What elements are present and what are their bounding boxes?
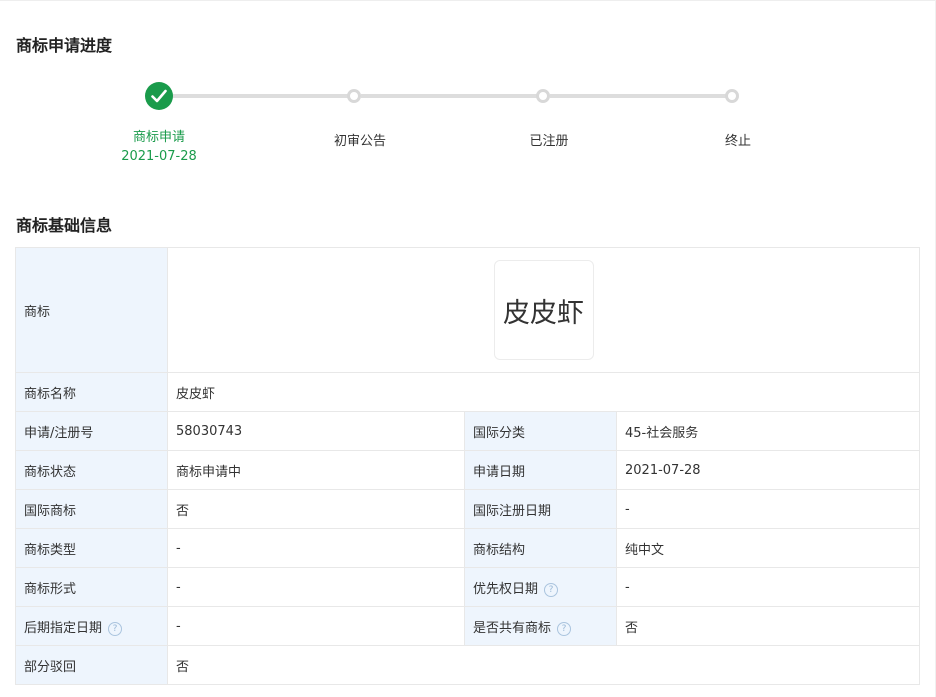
later-date-label-cell: 后期指定日期? (15, 606, 168, 646)
form-value: - (167, 567, 465, 607)
table-row: 商标名称 皮皮虾 (15, 372, 920, 412)
basic-info-section-title: 商标基础信息 (16, 216, 113, 235)
progress-stepper: 商标申请 2021-07-28 初审公告 已注册 终止 (0, 0, 936, 190)
intl-reg-date-value: - (616, 489, 920, 529)
apply-date-value: 2021-07-28 (616, 450, 920, 490)
type-label: 商标类型 (15, 528, 168, 568)
table-row: 商标 皮皮虾 (15, 247, 920, 373)
shared-value: 否 (616, 606, 920, 646)
priority-date-label-cell: 优先权日期? (464, 567, 617, 607)
reg-no-value: 58030743 (167, 411, 465, 451)
step-node-preliminary-announcement (347, 89, 361, 103)
trademark-label: 商标 (15, 247, 168, 373)
form-label: 商标形式 (15, 567, 168, 607)
table-row: 后期指定日期? - 是否共有商标? 否 (15, 606, 920, 646)
intl-trademark-value: 否 (167, 489, 465, 529)
trademark-image-cell: 皮皮虾 (167, 247, 920, 373)
trademark-name-label: 商标名称 (15, 372, 168, 412)
basic-info-table: 商标 皮皮虾 商标名称 皮皮虾 申请/注册号 58030743 国际分类 45-… (15, 247, 920, 685)
intl-reg-date-label: 国际注册日期 (464, 489, 617, 529)
trademark-detail-page: 商标申请进度 商标申请 2021-07-28 初审公告 已注册 终止 商标基础信… (0, 0, 936, 697)
structure-value: 纯中文 (616, 528, 920, 568)
step-node-terminated (725, 89, 739, 103)
help-icon[interactable]: ? (108, 621, 123, 636)
later-date-label: 后期指定日期 (24, 620, 103, 636)
trademark-name-value: 皮皮虾 (167, 372, 920, 412)
trademark-image-text: 皮皮虾 (503, 297, 584, 329)
step-node-registered (536, 89, 550, 103)
step-node-trademark-application (145, 82, 173, 110)
checkmark-icon (151, 89, 167, 103)
shared-label-cell: 是否共有商标? (464, 606, 617, 646)
type-value: - (167, 528, 465, 568)
shared-label: 是否共有商标 (473, 620, 552, 636)
table-row: 商标状态 商标申请中 申请日期 2021-07-28 (15, 450, 920, 490)
table-row: 国际商标 否 国际注册日期 - (15, 489, 920, 529)
priority-date-value: - (616, 567, 920, 607)
apply-date-label: 申请日期 (464, 450, 617, 490)
step-label-trademark-application: 商标申请 (132, 130, 186, 145)
table-row: 部分驳回 否 (15, 645, 920, 685)
trademark-image[interactable]: 皮皮虾 (493, 260, 594, 360)
help-icon[interactable]: ? (557, 621, 572, 636)
step-label-registered: 已注册 (529, 134, 569, 149)
priority-date-label: 优先权日期 (473, 581, 539, 597)
intl-class-value: 45-社会服务 (616, 411, 920, 451)
step-label-preliminary-announcement: 初审公告 (333, 134, 387, 149)
later-date-value: - (167, 606, 465, 646)
table-row: 申请/注册号 58030743 国际分类 45-社会服务 (15, 411, 920, 451)
status-value: 商标申请中 (167, 450, 465, 490)
step-connector-2 (361, 94, 543, 98)
step-connector-3 (550, 94, 732, 98)
help-icon[interactable]: ? (544, 582, 559, 597)
partial-reject-value: 否 (167, 645, 920, 685)
partial-reject-label: 部分驳回 (15, 645, 168, 685)
step-connector-1 (172, 94, 354, 98)
intl-class-label: 国际分类 (464, 411, 617, 451)
structure-label: 商标结构 (464, 528, 617, 568)
intl-trademark-label: 国际商标 (15, 489, 168, 529)
table-row: 商标类型 - 商标结构 纯中文 (15, 528, 920, 568)
step-label-terminated: 终止 (724, 134, 752, 149)
table-row: 商标形式 - 优先权日期? - (15, 567, 920, 607)
step-date-trademark-application: 2021-07-28 (121, 149, 197, 164)
status-label: 商标状态 (15, 450, 168, 490)
reg-no-label: 申请/注册号 (15, 411, 168, 451)
